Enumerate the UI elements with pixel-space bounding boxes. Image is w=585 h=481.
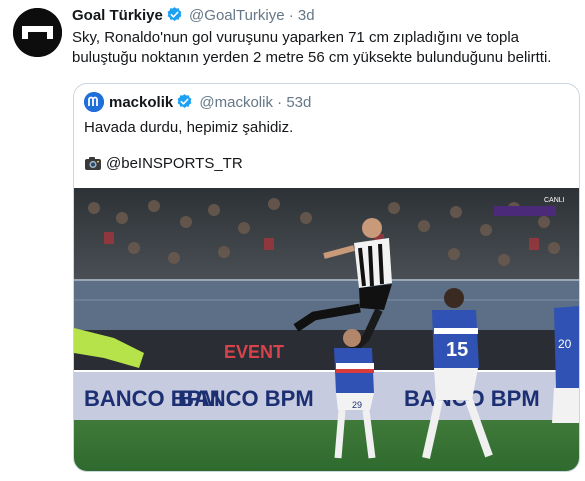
photo-board-event: EVENT	[224, 342, 284, 362]
quoted-handle[interactable]: @mackolik	[199, 94, 273, 111]
quoted-tweet[interactable]: mackolik @mackolik · 53d Havada durdu, h…	[73, 83, 580, 472]
quoted-photo[interactable]: EVENT BANCO BPM BANCO BPM BANCO BPM CANL…	[74, 188, 579, 471]
quoted-text: Havada durdu, hepimiz şahidiz.	[84, 119, 294, 136]
author-name[interactable]: Goal Türkiye	[72, 7, 163, 24]
player-far-right: 20	[552, 306, 579, 423]
tweet-time[interactable]: 3d	[298, 7, 315, 24]
quoted-verified-badge-icon	[176, 93, 193, 116]
tweet-header: Goal Türkiye @GoalTurkiye · 3d	[72, 6, 315, 29]
quoted-header: mackolik @mackolik · 53d	[84, 92, 311, 116]
goal-logo-icon	[13, 8, 62, 57]
tweet-text: Sky, Ronaldo'nun gol vuruşunu yaparken 7…	[72, 29, 552, 66]
match-photo: EVENT BANCO BPM BANCO BPM BANCO BPM CANL…	[74, 188, 579, 471]
quoted-avatar[interactable]	[84, 92, 104, 112]
author-avatar[interactable]	[13, 8, 62, 57]
credit-handle[interactable]: @beINSPORTS_TR	[106, 155, 243, 172]
jersey-number-20: 20	[558, 337, 572, 351]
quoted-separator-dot: ·	[277, 94, 283, 111]
camera-icon	[84, 155, 102, 177]
jersey-number-29: 29	[352, 400, 362, 410]
tweet[interactable]: Goal Türkiye @GoalTurkiye · 3d Sky, Rona…	[0, 0, 585, 481]
broadcast-badge: CANLI	[544, 197, 565, 204]
separator-dot: ·	[288, 7, 294, 24]
mackolik-logo-icon	[84, 92, 104, 112]
quoted-credit: @beINSPORTS_TR	[84, 154, 243, 177]
author-handle[interactable]: @GoalTurkiye	[189, 7, 285, 24]
quoted-time[interactable]: 53d	[286, 94, 311, 111]
photo-board-banco-2: BANCO BPM	[178, 386, 314, 411]
jersey-number-15: 15	[446, 339, 468, 361]
quoted-author-name[interactable]: mackolik	[109, 94, 173, 111]
verified-badge-icon	[166, 6, 183, 29]
